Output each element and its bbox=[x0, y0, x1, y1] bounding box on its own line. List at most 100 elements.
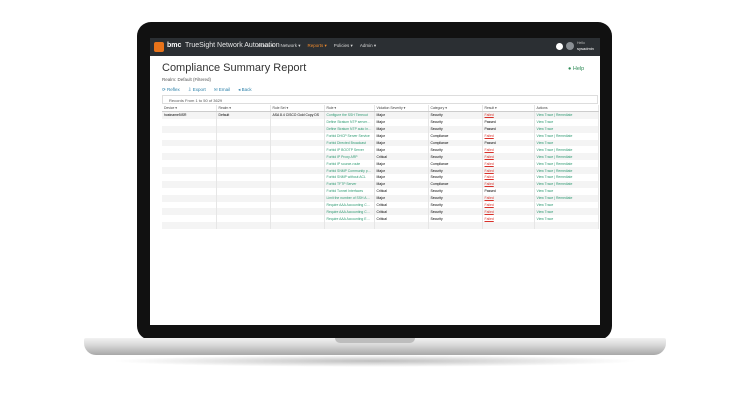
avatar[interactable] bbox=[566, 42, 574, 50]
cell-rule-link[interactable]: Define Stratum NTP auto Integrate bbox=[324, 125, 375, 133]
cell-actions-links[interactable]: View Trace | Remediate bbox=[534, 111, 599, 119]
cell-category: Compliance bbox=[428, 139, 483, 147]
cell-rule-link[interactable]: Forbid IP BOOTP Server bbox=[324, 146, 375, 154]
cell-rule-set bbox=[270, 167, 325, 175]
cell-actions-links[interactable]: View Trace bbox=[534, 208, 599, 216]
cell-realm bbox=[216, 132, 271, 140]
cell-rule-link[interactable] bbox=[324, 222, 375, 230]
cell-rule-link[interactable]: Forbid IP Proxy ARP bbox=[324, 153, 375, 161]
cell-device bbox=[162, 208, 217, 216]
cell-realm bbox=[216, 208, 271, 216]
table-row: Forbid Directed Broadcast Major Compliance… bbox=[162, 139, 599, 147]
cell-rule-link[interactable]: Forbid DHCP Server Service bbox=[324, 132, 375, 140]
cell-actions-links[interactable]: View Trace bbox=[534, 215, 599, 223]
cell-result[interactable]: Failed bbox=[482, 215, 535, 223]
cell-actions-links[interactable]: View Trace | Remediate bbox=[534, 160, 599, 168]
top-navigation-bar: bmc TrueSight Network Automation Home ▾ … bbox=[150, 38, 600, 56]
cell-result[interactable]: Failed bbox=[482, 146, 535, 154]
user-name[interactable]: sysadmin bbox=[577, 46, 594, 51]
cell-result[interactable]: Failed bbox=[482, 167, 535, 175]
brand-name: bmc bbox=[167, 42, 182, 49]
cell-actions-links[interactable]: View Trace bbox=[534, 118, 599, 126]
cell-severity: Major bbox=[374, 146, 429, 154]
cell-result: Passed bbox=[482, 187, 535, 195]
cell-category: Security bbox=[428, 118, 483, 126]
cell-severity: Critical bbox=[374, 201, 429, 209]
cell-device bbox=[162, 139, 217, 147]
refresh-button[interactable]: ⟳ Reflex bbox=[162, 87, 180, 93]
cell-category: Security bbox=[428, 125, 483, 133]
cell-rule-link[interactable]: Forbid SNMP Community private/public bbox=[324, 167, 375, 175]
menu-admin[interactable]: Admin ▾ bbox=[360, 43, 376, 49]
cell-actions-links[interactable]: View Trace bbox=[534, 139, 599, 147]
cell-device bbox=[162, 215, 217, 223]
cell-actions-links[interactable]: View Trace bbox=[534, 187, 599, 195]
cell-result[interactable]: Failed bbox=[482, 174, 535, 181]
cell-rule-link[interactable]: Forbid IP source-route bbox=[324, 160, 375, 168]
cell-device bbox=[162, 132, 217, 140]
cell-result[interactable]: Failed bbox=[482, 153, 535, 161]
cell-device bbox=[162, 174, 217, 181]
cell-realm bbox=[216, 180, 271, 188]
cell-realm bbox=[216, 118, 271, 126]
cell-result: Passed bbox=[482, 118, 535, 126]
cell-rule-link[interactable]: Forbid Tunnel Interfaces bbox=[324, 187, 375, 195]
cell-result[interactable]: Failed bbox=[482, 132, 535, 140]
cell-rule-set bbox=[270, 215, 325, 223]
cell-rule-link[interactable]: Define Stratum NTP servers assigned bbox=[324, 118, 375, 126]
cell-actions-links[interactable]: View Trace bbox=[534, 201, 599, 209]
cell-realm bbox=[216, 153, 271, 161]
cell-rule-link[interactable]: Limit the number of SSH Auth Tries bbox=[324, 194, 375, 202]
menu-policies[interactable]: Policies ▾ bbox=[334, 43, 353, 49]
menu-network[interactable]: Network ▾ bbox=[281, 43, 301, 49]
cell-actions-links[interactable]: View Trace | Remediate bbox=[534, 132, 599, 140]
menu-reports[interactable]: Reports ▾ bbox=[308, 43, 327, 49]
table-row: Define Stratum NTP servers assignedMajor… bbox=[162, 118, 599, 126]
cell-rule-link[interactable]: Forbid SNMP without ACL bbox=[324, 174, 375, 181]
cell-rule-link[interactable]: Forbid TFTP Server bbox=[324, 180, 375, 188]
cell-device bbox=[162, 118, 217, 126]
cell-result[interactable]: Failed bbox=[482, 201, 535, 209]
cell-severity: Critical bbox=[374, 208, 429, 216]
table-row: Forbid TFTP Server Major Compliance Failed V… bbox=[162, 180, 599, 188]
cell-actions-links[interactable]: View Trace | Remediate bbox=[534, 153, 599, 161]
cell-rule-link[interactable]: Configure the SSH Timeout bbox=[324, 111, 375, 119]
cell-severity: Major bbox=[374, 118, 429, 126]
help-icon[interactable] bbox=[556, 43, 563, 50]
cell-result[interactable]: Failed bbox=[482, 111, 535, 119]
table-row bbox=[162, 222, 599, 230]
cell-actions-links[interactable]: View Trace | Remediate bbox=[534, 194, 599, 202]
cell-actions-links[interactable]: View Trace | Remediate bbox=[534, 180, 599, 188]
cell-realm bbox=[216, 160, 271, 168]
cell-rule-link[interactable]: Require AAA Accounting Commands bbox=[324, 208, 375, 216]
cell-result[interactable]: Failed bbox=[482, 180, 535, 188]
cell-rule-link[interactable]: Require AAA Accounting Connection bbox=[324, 201, 375, 209]
cell-result[interactable]: Failed bbox=[482, 194, 535, 202]
table-row: hostname5ISR Default ASA 8.4 CISCO Gold Co… bbox=[162, 111, 599, 119]
email-button[interactable]: ✉ Email bbox=[214, 87, 230, 93]
cell-rule-link[interactable]: Forbid Directed Broadcast bbox=[324, 139, 375, 147]
cell-severity: Major bbox=[374, 111, 429, 119]
cell-actions-links[interactable]: View Trace | Remediate bbox=[534, 174, 599, 181]
compliance-table: Device ▾ Realm ▾ Rule Set ▾ Rule ▾ Viola… bbox=[162, 105, 599, 230]
cell-category: Security bbox=[428, 208, 483, 216]
bmc-logo-icon[interactable] bbox=[154, 42, 164, 52]
cell-result[interactable]: Failed bbox=[482, 160, 535, 168]
cell-actions-links[interactable]: View Trace bbox=[534, 125, 599, 133]
table-row: Define Stratum NTP auto Integrate Major Se… bbox=[162, 125, 599, 133]
cell-rule-link[interactable]: Require AAA Accounting Exec bbox=[324, 215, 375, 223]
export-button[interactable]: ⇩ Export bbox=[188, 87, 206, 93]
menu-home[interactable]: Home ▾ bbox=[258, 43, 274, 49]
cell-result[interactable]: Failed bbox=[482, 208, 535, 216]
table-row: Forbid SNMP without ACL Major Security Fail… bbox=[162, 174, 599, 181]
back-button[interactable]: ◂ Back bbox=[238, 87, 252, 93]
cell-severity: Major bbox=[374, 160, 429, 168]
cell-realm bbox=[216, 167, 271, 175]
cell-actions-links[interactable] bbox=[534, 222, 599, 230]
cell-device bbox=[162, 153, 217, 161]
cell-actions-links[interactable]: View Trace | Remediate bbox=[534, 167, 599, 175]
cell-actions-links[interactable]: View Trace | Remediate bbox=[534, 146, 599, 154]
cell-severity: Critical bbox=[374, 153, 429, 161]
help-link[interactable]: ● Help bbox=[568, 66, 584, 72]
cell-rule-set bbox=[270, 174, 325, 181]
